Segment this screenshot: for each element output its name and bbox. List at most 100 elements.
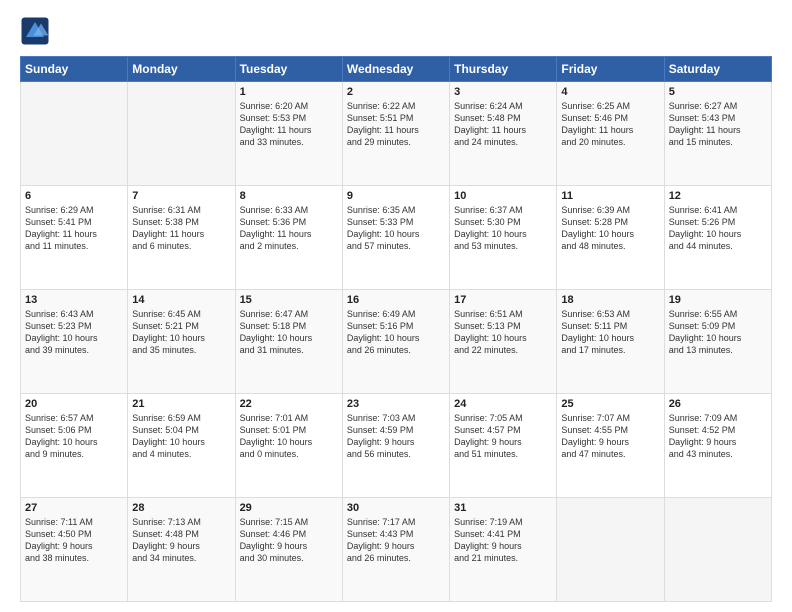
- day-info: Sunrise: 6:24 AM Sunset: 5:48 PM Dayligh…: [454, 100, 552, 149]
- day-number: 29: [240, 502, 338, 514]
- day-number: 8: [240, 190, 338, 202]
- day-number: 11: [561, 190, 659, 202]
- calendar-header-row: SundayMondayTuesdayWednesdayThursdayFrid…: [21, 57, 772, 82]
- weekday-header-wednesday: Wednesday: [342, 57, 449, 82]
- calendar-cell: 14 Sunrise: 6:45 AM Sunset: 5:21 PM Dayli…: [128, 290, 235, 394]
- weekday-header-tuesday: Tuesday: [235, 57, 342, 82]
- day-number: 4: [561, 86, 659, 98]
- calendar-cell: 21 Sunrise: 6:59 AM Sunset: 5:04 PM Dayli…: [128, 394, 235, 498]
- day-number: 6: [25, 190, 123, 202]
- calendar-cell: 5 Sunrise: 6:27 AM Sunset: 5:43 PM Daylig…: [664, 82, 771, 186]
- calendar-cell: 12 Sunrise: 6:41 AM Sunset: 5:26 PM Dayli…: [664, 186, 771, 290]
- day-info: Sunrise: 7:05 AM Sunset: 4:57 PM Dayligh…: [454, 412, 552, 461]
- day-number: 20: [25, 398, 123, 410]
- day-number: 31: [454, 502, 552, 514]
- day-number: 17: [454, 294, 552, 306]
- day-info: Sunrise: 6:43 AM Sunset: 5:23 PM Dayligh…: [25, 308, 123, 357]
- day-number: 27: [25, 502, 123, 514]
- calendar-cell: 20 Sunrise: 6:57 AM Sunset: 5:06 PM Dayli…: [21, 394, 128, 498]
- calendar-cell: 29Sunrise: 7:15 AM Sunset: 4:46 PM Dayli…: [235, 498, 342, 602]
- day-info: Sunrise: 7:13 AM Sunset: 4:48 PM Dayligh…: [132, 516, 230, 565]
- day-info: Sunrise: 6:39 AM Sunset: 5:28 PM Dayligh…: [561, 204, 659, 253]
- day-info: Sunrise: 7:09 AM Sunset: 4:52 PM Dayligh…: [669, 412, 767, 461]
- day-number: 18: [561, 294, 659, 306]
- calendar-cell: [128, 82, 235, 186]
- day-info: Sunrise: 6:51 AM Sunset: 5:13 PM Dayligh…: [454, 308, 552, 357]
- day-info: Sunrise: 7:01 AM Sunset: 5:01 PM Dayligh…: [240, 412, 338, 461]
- weekday-header-friday: Friday: [557, 57, 664, 82]
- calendar-cell: 6Sunrise: 6:29 AM Sunset: 5:41 PM Daylig…: [21, 186, 128, 290]
- calendar-cell: [21, 82, 128, 186]
- calendar-cell: 28 Sunrise: 7:13 AM Sunset: 4:48 PM Dayli…: [128, 498, 235, 602]
- day-number: 1: [240, 86, 338, 98]
- calendar-cell: 7 Sunrise: 6:31 AM Sunset: 5:38 PM Daylig…: [128, 186, 235, 290]
- day-number: 12: [669, 190, 767, 202]
- calendar-cell: 1 Sunrise: 6:20 AM Sunset: 5:53 PM Daylig…: [235, 82, 342, 186]
- day-number: 3: [454, 86, 552, 98]
- day-info: Sunrise: 6:55 AM Sunset: 5:09 PM Dayligh…: [669, 308, 767, 357]
- calendar-cell: 24 Sunrise: 7:05 AM Sunset: 4:57 PM Dayli…: [450, 394, 557, 498]
- logo-icon: [20, 16, 50, 46]
- weekday-header-sunday: Sunday: [21, 57, 128, 82]
- day-info: Sunrise: 7:03 AM Sunset: 4:59 PM Dayligh…: [347, 412, 445, 461]
- calendar-cell: 23 Sunrise: 7:03 AM Sunset: 4:59 PM Dayli…: [342, 394, 449, 498]
- day-info: Sunrise: 6:45 AM Sunset: 5:21 PM Dayligh…: [132, 308, 230, 357]
- day-number: 21: [132, 398, 230, 410]
- day-info: Sunrise: 6:53 AM Sunset: 5:11 PM Dayligh…: [561, 308, 659, 357]
- calendar-cell: 31 Sunrise: 7:19 AM Sunset: 4:41 PM Dayli…: [450, 498, 557, 602]
- calendar-cell: [664, 498, 771, 602]
- calendar-cell: 16 Sunrise: 6:49 AM Sunset: 5:16 PM Dayli…: [342, 290, 449, 394]
- calendar-cell: 26 Sunrise: 7:09 AM Sunset: 4:52 PM Dayli…: [664, 394, 771, 498]
- calendar-cell: 27 Sunrise: 7:11 AM Sunset: 4:50 PM Dayli…: [21, 498, 128, 602]
- day-number: 15: [240, 294, 338, 306]
- day-number: 25: [561, 398, 659, 410]
- day-number: 30: [347, 502, 445, 514]
- day-number: 2: [347, 86, 445, 98]
- day-info: Sunrise: 7:07 AM Sunset: 4:55 PM Dayligh…: [561, 412, 659, 461]
- day-number: 13: [25, 294, 123, 306]
- day-info: Sunrise: 6:47 AM Sunset: 5:18 PM Dayligh…: [240, 308, 338, 357]
- day-info: Sunrise: 7:11 AM Sunset: 4:50 PM Dayligh…: [25, 516, 123, 565]
- day-info: Sunrise: 6:49 AM Sunset: 5:16 PM Dayligh…: [347, 308, 445, 357]
- page: SundayMondayTuesdayWednesdayThursdayFrid…: [0, 0, 792, 612]
- day-info: Sunrise: 6:27 AM Sunset: 5:43 PM Dayligh…: [669, 100, 767, 149]
- day-info: Sunrise: 7:17 AM Sunset: 4:43 PM Dayligh…: [347, 516, 445, 565]
- weekday-header-monday: Monday: [128, 57, 235, 82]
- day-number: 26: [669, 398, 767, 410]
- day-number: 7: [132, 190, 230, 202]
- calendar-cell: 22Sunrise: 7:01 AM Sunset: 5:01 PM Dayli…: [235, 394, 342, 498]
- calendar-cell: 2 Sunrise: 6:22 AM Sunset: 5:51 PM Daylig…: [342, 82, 449, 186]
- day-number: 16: [347, 294, 445, 306]
- header: [20, 16, 772, 46]
- calendar-cell: 18 Sunrise: 6:53 AM Sunset: 5:11 PM Dayli…: [557, 290, 664, 394]
- day-info: Sunrise: 6:20 AM Sunset: 5:53 PM Dayligh…: [240, 100, 338, 149]
- day-info: Sunrise: 7:19 AM Sunset: 4:41 PM Dayligh…: [454, 516, 552, 565]
- day-info: Sunrise: 6:41 AM Sunset: 5:26 PM Dayligh…: [669, 204, 767, 253]
- calendar-cell: 4 Sunrise: 6:25 AM Sunset: 5:46 PM Daylig…: [557, 82, 664, 186]
- calendar-cell: 10Sunrise: 6:37 AM Sunset: 5:30 PM Dayli…: [450, 186, 557, 290]
- logo: [20, 16, 54, 46]
- calendar-cell: [557, 498, 664, 602]
- calendar-week-4: 20 Sunrise: 6:57 AM Sunset: 5:06 PM Dayli…: [21, 394, 772, 498]
- day-number: 23: [347, 398, 445, 410]
- calendar-cell: 11 Sunrise: 6:39 AM Sunset: 5:28 PM Dayli…: [557, 186, 664, 290]
- calendar-cell: 9Sunrise: 6:35 AM Sunset: 5:33 PM Daylig…: [342, 186, 449, 290]
- day-info: Sunrise: 6:33 AM Sunset: 5:36 PM Dayligh…: [240, 204, 338, 253]
- day-number: 24: [454, 398, 552, 410]
- weekday-header-saturday: Saturday: [664, 57, 771, 82]
- day-info: Sunrise: 6:31 AM Sunset: 5:38 PM Dayligh…: [132, 204, 230, 253]
- day-info: Sunrise: 6:25 AM Sunset: 5:46 PM Dayligh…: [561, 100, 659, 149]
- day-info: Sunrise: 6:59 AM Sunset: 5:04 PM Dayligh…: [132, 412, 230, 461]
- weekday-header-thursday: Thursday: [450, 57, 557, 82]
- calendar-cell: 19Sunrise: 6:55 AM Sunset: 5:09 PM Dayli…: [664, 290, 771, 394]
- calendar-cell: 8 Sunrise: 6:33 AM Sunset: 5:36 PM Daylig…: [235, 186, 342, 290]
- day-number: 14: [132, 294, 230, 306]
- day-info: Sunrise: 6:22 AM Sunset: 5:51 PM Dayligh…: [347, 100, 445, 149]
- day-number: 28: [132, 502, 230, 514]
- day-info: Sunrise: 6:57 AM Sunset: 5:06 PM Dayligh…: [25, 412, 123, 461]
- calendar-cell: 30 Sunrise: 7:17 AM Sunset: 4:43 PM Dayli…: [342, 498, 449, 602]
- calendar-cell: 3 Sunrise: 6:24 AM Sunset: 5:48 PM Daylig…: [450, 82, 557, 186]
- calendar-week-5: 27 Sunrise: 7:11 AM Sunset: 4:50 PM Dayli…: [21, 498, 772, 602]
- calendar-table: SundayMondayTuesdayWednesdayThursdayFrid…: [20, 56, 772, 602]
- day-number: 5: [669, 86, 767, 98]
